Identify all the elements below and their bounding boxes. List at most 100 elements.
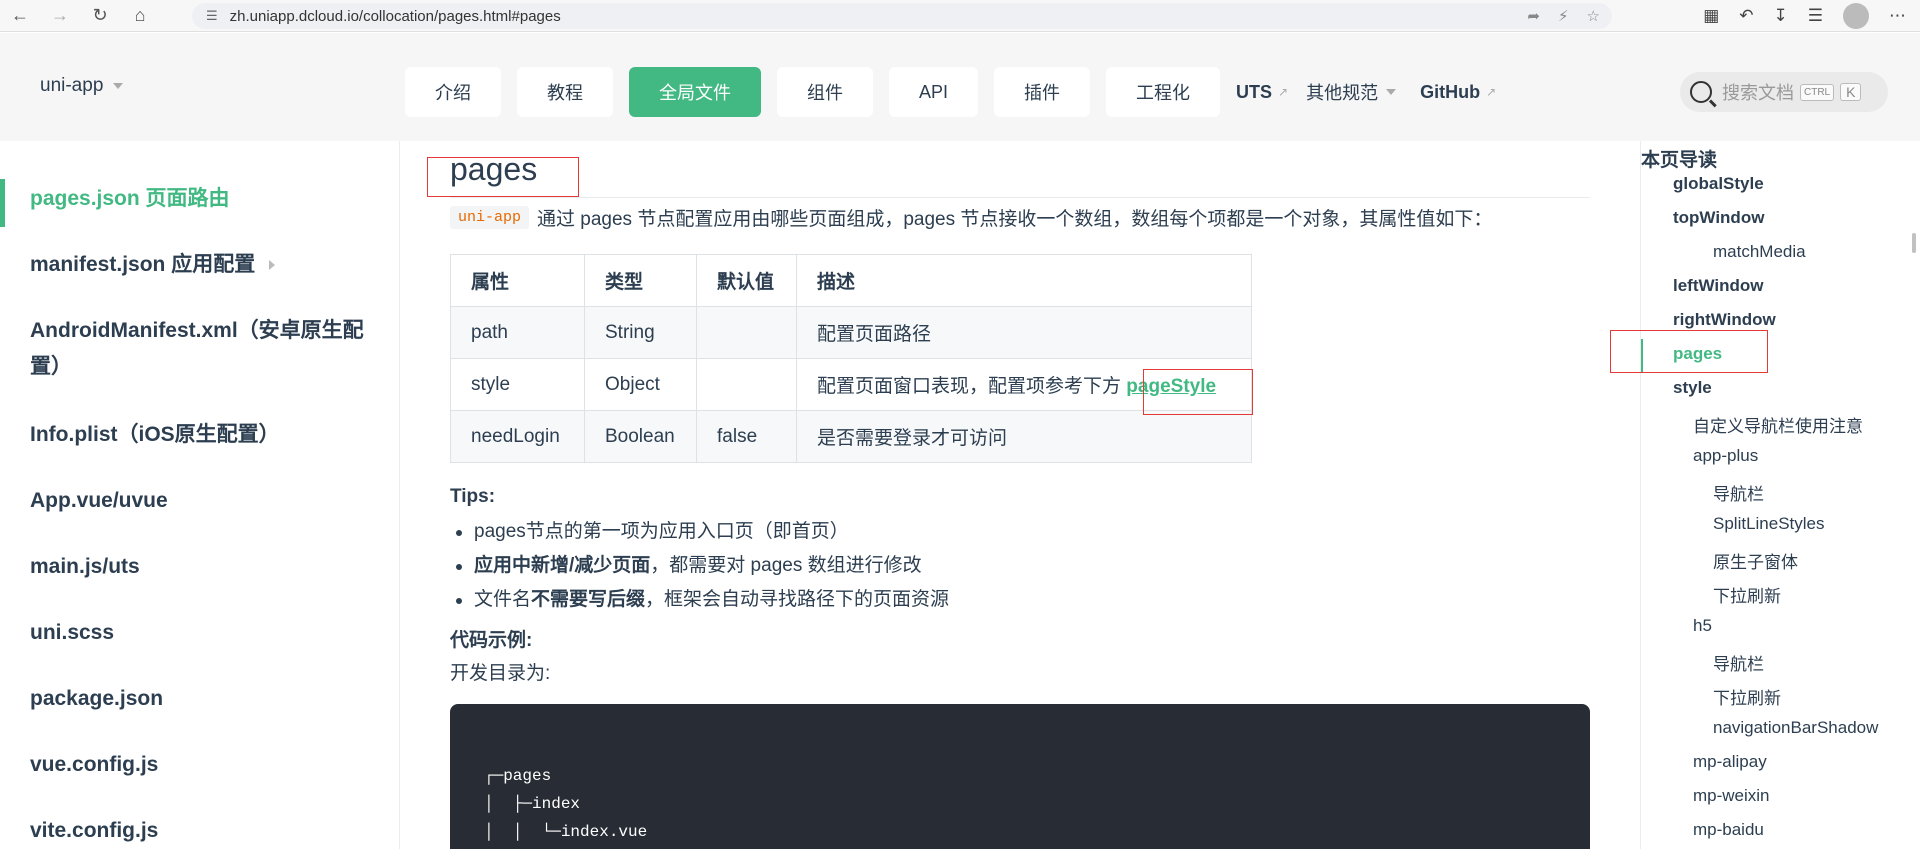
code-line: │ │ └─index.vue	[484, 823, 648, 841]
nav-other-label: 其他规范	[1306, 83, 1379, 103]
reload-icon[interactable]: ↻	[80, 0, 120, 32]
brand-dropdown[interactable]: uni-app	[40, 75, 124, 97]
heading-divider	[450, 197, 1590, 198]
table-cell: String	[584, 306, 697, 359]
reading-list-icon[interactable]: ☰	[1808, 6, 1823, 26]
bookmark-star-icon[interactable]: ☆	[1587, 7, 1600, 25]
table-header-cell: 描述	[796, 254, 1252, 307]
undo-icon[interactable]: ↶	[1739, 6, 1753, 26]
toc-item-splitlinestyles[interactable]: SplitLineStyles	[1713, 514, 1825, 534]
toc-item-mp-alipay[interactable]: mp-alipay	[1693, 752, 1767, 772]
toc-item-subnvues[interactable]: 原生子窗体	[1713, 548, 1798, 573]
sidebar-item-vue-config[interactable]: vue.config.js	[30, 747, 370, 783]
nav-components[interactable]: 组件	[777, 67, 873, 117]
kbd-ctrl: CTRL	[1800, 83, 1835, 101]
code-line: ┌─pages	[484, 767, 552, 785]
list-item: 文件名不需要写后缀，框架会自动寻找路径下的页面资源	[450, 583, 949, 617]
nav-engineering[interactable]: 工程化	[1106, 67, 1221, 117]
top-nav: 介绍 教程 全局文件 组件 API 插件 工程化 UTS ↗ 其他规范 GitH…	[405, 67, 1514, 117]
toc-item-rightwindow[interactable]: rightWindow	[1673, 310, 1776, 330]
dev-dir-label: 开发目录为:	[450, 663, 551, 684]
sidebar-item-uni-scss[interactable]: uni.scss	[30, 615, 370, 651]
toc-item-topwindow[interactable]: topWindow	[1673, 208, 1764, 228]
code-line: │ ├─index	[484, 795, 581, 813]
toc-item-h5[interactable]: h5	[1693, 616, 1712, 636]
list-item: pages节点的第一项为应用入口页（即首页）	[450, 515, 949, 549]
home-icon[interactable]: ⌂	[120, 0, 160, 32]
sidebar-item-main-js[interactable]: main.js/uts	[30, 549, 370, 585]
tip-text: ，都需要对 pages 数组进行修改	[650, 555, 922, 576]
address-bar[interactable]: ☰ zh.uniapp.dcloud.io/collocation/pages.…	[192, 3, 1612, 29]
toc-item-pull-refresh[interactable]: 下拉刷新	[1713, 582, 1781, 607]
table-cell-text: 配置页面窗口表现，配置项参考下方	[817, 376, 1122, 397]
table-cell: false	[696, 410, 797, 463]
search-icon	[1690, 81, 1712, 103]
sidebar-item-app-vue[interactable]: App.vue/uvue	[30, 483, 370, 519]
site-info-icon[interactable]: ☰	[206, 8, 218, 24]
toc-item-style[interactable]: style	[1673, 378, 1712, 398]
external-link-icon: ↗	[1486, 85, 1497, 99]
toc-item-h5-navbar[interactable]: 导航栏	[1713, 650, 1764, 675]
external-link-icon: ↗	[1278, 85, 1289, 99]
table-cell: 配置页面路径	[796, 306, 1252, 359]
forward-icon[interactable]: →	[40, 0, 80, 32]
page-title: pages	[450, 151, 538, 187]
scrollbar-thumb[interactable]	[1912, 233, 1916, 253]
nav-api[interactable]: API	[889, 67, 979, 117]
table-of-contents: 本页导读 globalStyle topWindow matchMedia le…	[1640, 141, 1920, 849]
toc-item-globalstyle[interactable]: globalStyle	[1673, 174, 1764, 194]
sidebar-item-vite-config[interactable]: vite.config.js	[30, 813, 370, 849]
more-menu-icon[interactable]: ⋯	[1889, 6, 1906, 26]
nav-other-dropdown[interactable]: 其他规范	[1306, 79, 1397, 105]
chevron-down-icon	[113, 83, 124, 89]
download-icon[interactable]: ↧	[1774, 6, 1788, 26]
sidebar-active-indicator	[0, 179, 5, 227]
sidebar-item-pages-json[interactable]: pages.json 页面路由	[30, 181, 370, 217]
toc-item-mp-baidu[interactable]: mp-baidu	[1693, 820, 1764, 840]
profile-avatar[interactable]	[1843, 3, 1869, 29]
toc-item-matchmedia[interactable]: matchMedia	[1713, 242, 1806, 262]
brand-label: uni-app	[40, 75, 104, 96]
chevron-down-icon	[1386, 89, 1397, 95]
table-cell: Boolean	[584, 410, 697, 463]
sidebar-item-manifest[interactable]: manifest.json 应用配置	[30, 247, 370, 283]
tip-bold: 应用中新增/减少页面	[474, 555, 651, 576]
sidebar-item-info-plist[interactable]: Info.plist（iOS原生配置）	[30, 417, 370, 453]
highlight-box-toc	[1610, 330, 1768, 373]
toc-item-navbar[interactable]: 导航栏	[1713, 480, 1764, 505]
table-row: needLogin Boolean false 是否需要登录才可访问	[450, 410, 1252, 463]
intro-text: 通过 pages 节点配置应用由哪些页面组成，pages 节点接收一个数组，数组…	[537, 209, 1493, 230]
sidebar-item-android-manifest[interactable]: AndroidManifest.xml（安卓原生配置）	[30, 313, 370, 385]
table-row: path String 配置页面路径	[450, 306, 1252, 359]
nav-uts-link[interactable]: UTS ↗	[1236, 82, 1288, 103]
search-input[interactable]: 搜索文档 CTRL K	[1680, 72, 1888, 112]
table-header-row: 属性 类型 默认值 描述	[450, 254, 1252, 307]
toc-item-mp-weixin[interactable]: mp-weixin	[1693, 786, 1770, 806]
nav-global-files[interactable]: 全局文件	[629, 67, 761, 117]
share-icon[interactable]: ➦	[1527, 7, 1540, 25]
nav-plugins[interactable]: 插件	[994, 67, 1091, 117]
toc-item-navbar-shadow[interactable]: navigationBarShadow	[1713, 718, 1878, 738]
tip-text: pages节点的第一项为应用入口页（即首页）	[474, 521, 849, 542]
tips-title: Tips:	[450, 486, 496, 507]
browser-toolbar: ← → ↻ ⌂ ☰ zh.uniapp.dcloud.io/collocatio…	[0, 0, 1920, 32]
toc-item-leftwindow[interactable]: leftWindow	[1673, 276, 1764, 296]
extension-bolt-icon[interactable]: ⚡	[1558, 7, 1569, 25]
back-icon[interactable]: ←	[0, 0, 40, 32]
toc-item-app-plus[interactable]: app-plus	[1693, 446, 1758, 466]
toc-item-h5-pull-refresh[interactable]: 下拉刷新	[1713, 684, 1781, 709]
nav-github-label: GitHub	[1420, 81, 1481, 102]
sidebar: pages.json 页面路由 manifest.json 应用配置 Andro…	[0, 141, 400, 849]
chevron-right-icon	[269, 260, 276, 271]
nav-uts-label: UTS	[1236, 81, 1273, 102]
extensions-icon[interactable]: ▦	[1703, 6, 1719, 26]
intro-paragraph: uni-app 通过 pages 节点配置应用由哪些页面组成，pages 节点接…	[450, 204, 1492, 231]
table-cell: 是否需要登录才可访问	[796, 410, 1252, 463]
nav-tutorial[interactable]: 教程	[517, 67, 613, 117]
toc-item-custom-navbar[interactable]: 自定义导航栏使用注意	[1693, 412, 1863, 437]
inline-code-tag: uni-app	[450, 206, 530, 229]
table-cell	[696, 306, 797, 359]
nav-github-link[interactable]: GitHub ↗	[1420, 82, 1496, 103]
nav-intro[interactable]: 介绍	[405, 67, 501, 117]
sidebar-item-package-json[interactable]: package.json	[30, 681, 370, 717]
